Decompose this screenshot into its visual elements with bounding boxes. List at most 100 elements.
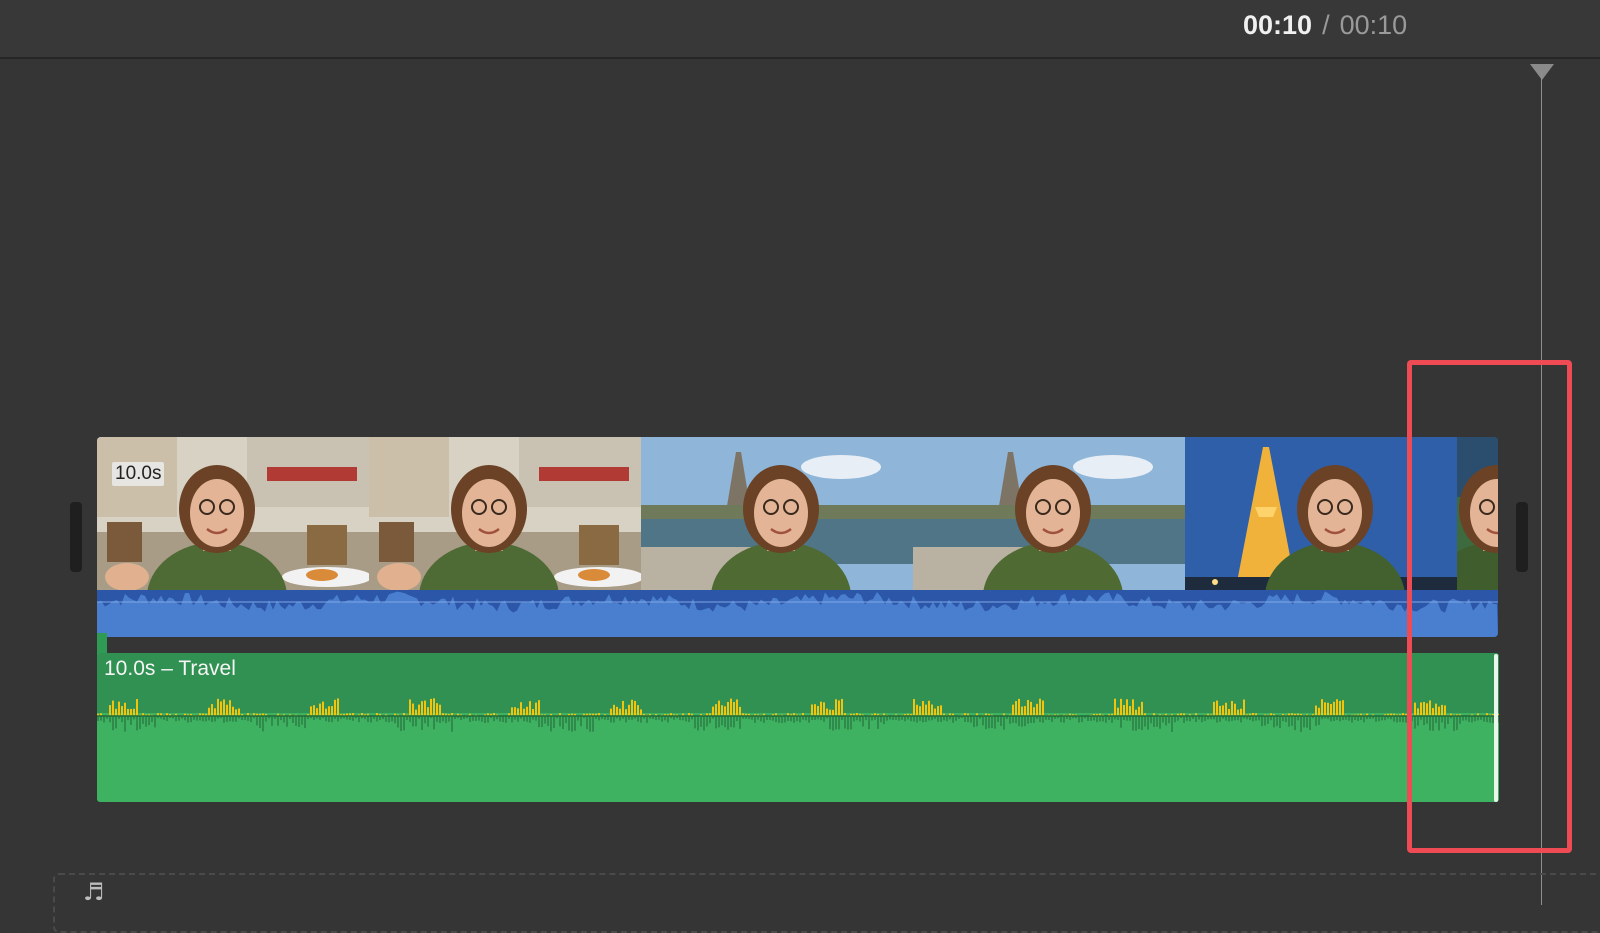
music-wave-trough — [385, 716, 387, 722]
music-wave-trough — [1156, 716, 1158, 727]
music-wave-trough — [538, 716, 540, 727]
playhead-handle[interactable] — [1530, 64, 1554, 80]
music-wave-trough — [1000, 716, 1002, 726]
music-clip[interactable]: 10.0s – Travel — [97, 653, 1499, 802]
music-wave-peak — [328, 706, 330, 716]
music-wave-trough — [994, 716, 996, 729]
music-wave-trough — [640, 716, 642, 723]
music-wave-trough — [916, 716, 918, 723]
music-wave-trough — [844, 716, 846, 729]
music-wave-trough — [730, 716, 732, 727]
music-wave-peak — [1318, 708, 1320, 716]
music-wave-peak — [826, 709, 828, 716]
music-wave-trough — [526, 716, 528, 722]
background-music-drop-zone[interactable] — [53, 873, 1600, 933]
music-wave-trough — [724, 716, 726, 727]
music-wave-trough — [847, 716, 849, 730]
music-wave-peak — [1018, 699, 1020, 716]
music-wave-trough — [1267, 716, 1269, 724]
music-wave-peak — [1042, 701, 1044, 716]
music-wave-peak — [220, 701, 222, 716]
music-wave-peak — [130, 709, 132, 716]
music-wave-peak — [625, 709, 627, 716]
music-wave-trough — [286, 716, 288, 727]
music-wave-trough — [367, 716, 369, 722]
music-wave-trough — [523, 716, 525, 721]
music-wave-peak — [829, 710, 831, 716]
music-wave-peak — [631, 700, 633, 716]
music-wave-peak — [1141, 702, 1143, 716]
music-wave-peak — [925, 705, 927, 716]
music-wave-peak — [640, 709, 642, 716]
thumbnail-seine — [913, 437, 1185, 590]
music-wave-peak — [616, 707, 618, 716]
music-wave-trough — [214, 716, 216, 722]
music-wave-peak — [136, 699, 138, 716]
music-wave-peak — [121, 706, 123, 716]
music-wave-peak — [109, 705, 111, 716]
music-wave-peak — [922, 701, 924, 716]
music-wave-trough — [1033, 716, 1035, 723]
music-wave-trough — [760, 716, 762, 721]
music-wave-trough — [1060, 716, 1062, 722]
music-wave-trough — [487, 716, 489, 722]
music-wave-trough — [1318, 716, 1320, 725]
music-wave-trough — [1099, 716, 1101, 721]
highlight-annotation — [1407, 360, 1572, 853]
music-wave-trough — [850, 716, 852, 729]
music-wave-peak — [928, 701, 930, 716]
music-wave-trough — [130, 716, 132, 725]
music-wave-trough — [1042, 716, 1044, 723]
thumbnail-cafe — [369, 437, 641, 590]
music-wave-trough — [103, 716, 105, 722]
music-wave-peak — [613, 705, 615, 716]
music-wave-trough — [1039, 716, 1041, 722]
music-wave-trough — [715, 716, 717, 728]
music-wave-peak — [118, 702, 120, 716]
music-wave-peak — [517, 708, 519, 716]
music-wave-trough — [223, 716, 225, 723]
thumbnail-seine — [641, 437, 913, 590]
music-wave-trough — [481, 716, 483, 722]
music-wave-trough — [1375, 716, 1377, 722]
music-wave-trough — [1219, 716, 1221, 722]
music-wave-trough — [613, 716, 615, 723]
music-wave-peak — [937, 706, 939, 716]
music-wave-peak — [1117, 708, 1119, 716]
music-wave-peak — [115, 709, 117, 716]
music-wave-trough — [1276, 716, 1278, 726]
music-wave-peak — [337, 698, 339, 716]
music-wave-trough — [1216, 716, 1218, 723]
video-clip[interactable]: 10.0s — [97, 437, 1498, 637]
music-wave-peak — [526, 707, 528, 716]
music-wave-trough — [700, 716, 702, 727]
music-wave-peak — [913, 699, 915, 716]
music-wave-trough — [592, 716, 594, 732]
music-wave-peak — [412, 704, 414, 716]
music-start-marker[interactable] — [97, 633, 107, 655]
music-wave-trough — [541, 716, 543, 727]
timeline-left-handle[interactable] — [70, 502, 82, 572]
music-wave-trough — [445, 716, 447, 723]
music-wave-trough — [964, 716, 966, 722]
music-wave-trough — [544, 716, 546, 724]
music-wave-trough — [610, 716, 612, 723]
music-wave-trough — [550, 716, 552, 731]
music-wave-peak — [211, 704, 213, 716]
music-wave-trough — [1138, 716, 1140, 729]
music-wave-trough — [832, 716, 834, 731]
music-wave-trough — [298, 716, 300, 727]
music-wave-peak — [520, 702, 522, 716]
music-wave-trough — [661, 716, 663, 722]
music-wave-trough — [778, 716, 780, 723]
music-wave-trough — [235, 716, 237, 722]
music-wave-trough — [502, 716, 504, 722]
music-wave-peak — [712, 707, 714, 716]
music-wave-peak — [1021, 707, 1023, 716]
music-wave-trough — [1363, 716, 1365, 722]
music-wave-trough — [139, 716, 141, 729]
music-wave-peak — [916, 705, 918, 716]
music-wave-peak — [1327, 703, 1329, 716]
music-wave-peak — [223, 699, 225, 716]
music-wave-trough — [799, 716, 801, 722]
